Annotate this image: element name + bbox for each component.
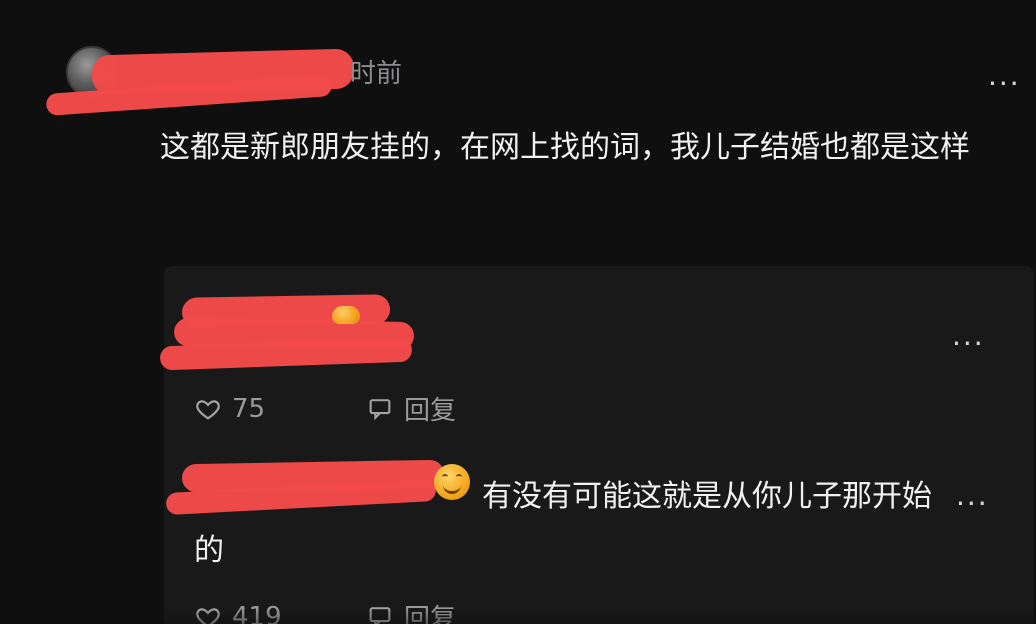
like-count: 419 xyxy=(232,601,282,624)
nested-reply-content: 有没有可能这就是从你儿子那开始的 xyxy=(194,479,932,568)
more-icon[interactable]: ... xyxy=(988,62,1021,90)
reply-button[interactable]: 回复 xyxy=(366,598,456,624)
reply-button[interactable]: 回复 xyxy=(366,390,456,427)
reply-actions: 419 回复 xyxy=(194,598,456,624)
heart-icon xyxy=(196,399,220,420)
nested-reply-text: 有没有可能这就是从你儿子那开始的 xyxy=(194,470,934,578)
emoji-fragment xyxy=(332,306,360,324)
more-icon[interactable]: ... xyxy=(956,482,989,510)
timestamp-fragment: 时前 xyxy=(350,59,403,89)
reply-actions: 75 回复 xyxy=(194,390,456,427)
reply-label: 回复 xyxy=(404,396,457,426)
screenshot-canvas: 时前 ... 这都是新郎朋友挂的，在网上找的词，我儿子结婚也都是这样 ... 7… xyxy=(0,0,1036,624)
heart-icon xyxy=(196,607,220,624)
main-comment-text: 这都是新郎朋友挂的，在网上找的词，我儿子结婚也都是这样 xyxy=(160,130,970,165)
like-button[interactable]: 419 xyxy=(194,602,366,624)
like-count: 75 xyxy=(232,393,266,424)
comment-icon xyxy=(369,398,391,420)
like-button[interactable]: 75 xyxy=(194,394,366,424)
more-icon[interactable]: ... xyxy=(952,322,985,350)
reply-label: 回复 xyxy=(404,604,457,624)
comment-icon xyxy=(369,606,391,624)
